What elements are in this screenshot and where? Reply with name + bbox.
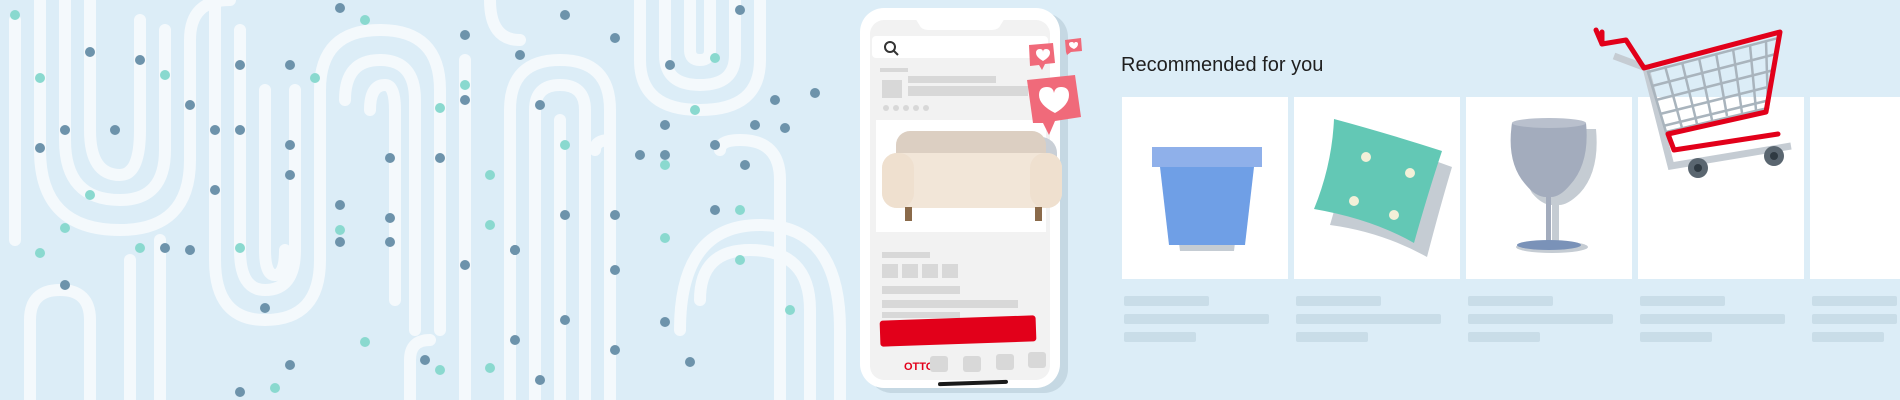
shopping-cart-icon <box>1593 27 1792 178</box>
skeleton-line <box>1124 332 1196 342</box>
product-card[interactable] <box>1122 97 1288 279</box>
cushion-icon <box>1314 119 1452 257</box>
heart-icon <box>1027 38 1082 135</box>
skeleton-line <box>1640 296 1725 306</box>
add-to-cart-button <box>879 315 1037 347</box>
skeleton-line <box>1296 296 1381 306</box>
plant-pot-icon <box>1152 147 1262 251</box>
skeleton-line <box>1812 296 1897 306</box>
decorative-line-pattern <box>9 0 846 400</box>
skeleton-line <box>1124 296 1209 306</box>
section-title: Recommended for you <box>1121 54 1324 76</box>
skeleton-line <box>1812 314 1897 324</box>
skeleton-line <box>1468 332 1540 342</box>
skeleton-line <box>1812 332 1884 342</box>
skeleton-line <box>1296 314 1441 324</box>
skeleton-line <box>1296 332 1368 342</box>
skeleton-line <box>1640 314 1785 324</box>
product-card[interactable] <box>1810 97 1900 279</box>
skeleton-line <box>1124 314 1269 324</box>
skeleton-line <box>1468 296 1553 306</box>
skeleton-line <box>1640 332 1712 342</box>
recommendation-banner: OTTO Recommended for you <box>0 0 1900 400</box>
skeleton-line <box>1468 314 1613 324</box>
product-card[interactable] <box>1294 97 1460 279</box>
